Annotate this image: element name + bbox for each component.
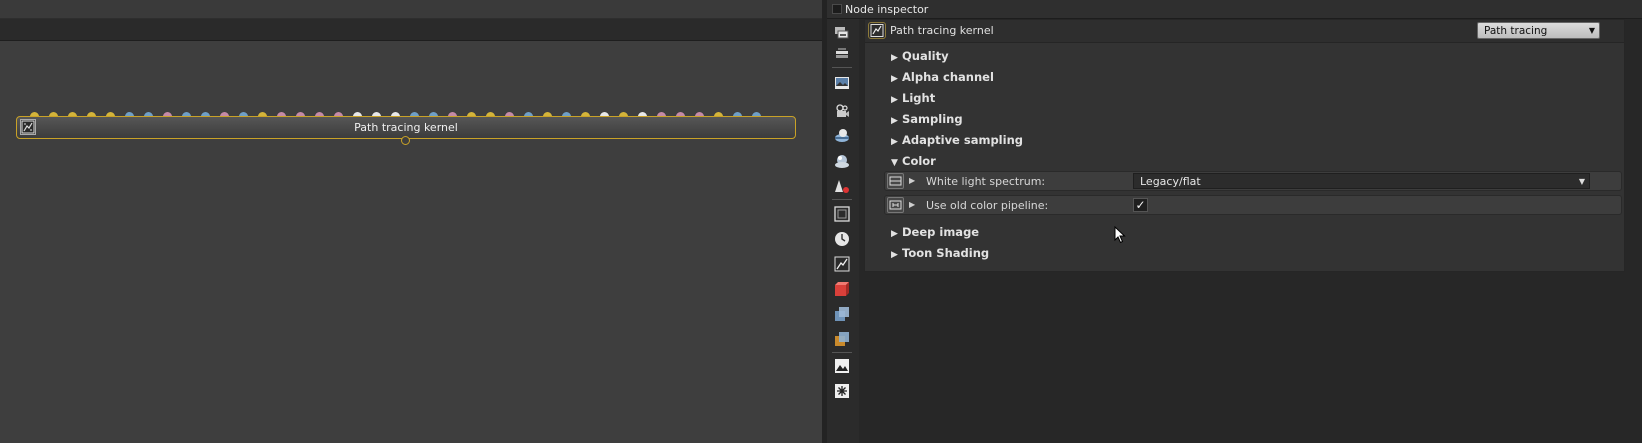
- graph-header-bar: [0, 0, 822, 19]
- red-cube-icon[interactable]: [833, 280, 851, 298]
- inspector-toolbar: [827, 19, 859, 443]
- image-icon[interactable]: [833, 74, 851, 92]
- node-output-pin[interactable]: [401, 136, 410, 145]
- inspector-title-bar: Node inspector: [827, 0, 1642, 19]
- category-label: Light: [902, 91, 936, 105]
- node-inspector-panel: Node inspector Path tracing kernel Path …: [827, 0, 1642, 443]
- mouse-cursor-icon: [1114, 225, 1126, 247]
- kernel-type-value: Path tracing: [1484, 25, 1548, 37]
- category-adaptive-sampling[interactable]: ▶ Adaptive sampling: [891, 133, 1023, 151]
- category-label: Deep image: [902, 225, 980, 239]
- blue-cube-icon[interactable]: [833, 305, 851, 323]
- expand-arrow-icon: ▶: [891, 250, 898, 260]
- category-color[interactable]: ▼ Color: [891, 154, 936, 172]
- category-light[interactable]: ▶ Light: [891, 91, 935, 109]
- enum-pin-icon[interactable]: [887, 173, 904, 189]
- category-toon-shading[interactable]: ▶ Toon Shading: [891, 246, 989, 264]
- category-label: Alpha channel: [902, 70, 994, 84]
- white-light-spectrum-row: ▶ White light spectrum: Legacy/flat ▼: [884, 171, 1622, 191]
- material-icon[interactable]: [833, 152, 851, 170]
- imager-icon[interactable]: [833, 357, 851, 375]
- use-old-color-pipeline-checkbox[interactable]: ✓: [1133, 198, 1148, 212]
- toolbar-separator: [832, 352, 852, 353]
- attr-label: Use old color pipeline:: [926, 199, 1049, 212]
- geometry-icon[interactable]: [833, 177, 851, 195]
- collapse-arrow-icon: ▼: [891, 158, 898, 168]
- category-alpha-channel[interactable]: ▶ Alpha channel: [891, 70, 994, 88]
- category-label: Adaptive sampling: [902, 133, 1023, 147]
- inspector-title: Node inspector: [845, 3, 929, 16]
- category-sampling[interactable]: ▶ Sampling: [891, 112, 963, 130]
- render-target-icon[interactable]: [833, 25, 851, 43]
- use-old-color-pipeline-row: ▶ Use old color pipeline: ✓: [884, 195, 1622, 215]
- dropdown-value: Legacy/flat: [1140, 175, 1201, 188]
- kernel-label: Path tracing kernel: [890, 24, 994, 37]
- expand-arrow-icon: ▶: [891, 137, 898, 147]
- light-icon[interactable]: [833, 382, 851, 400]
- white-light-spectrum-dropdown[interactable]: Legacy/flat ▼: [1133, 173, 1590, 189]
- environment-icon[interactable]: [833, 127, 851, 145]
- chevron-down-icon: ▼: [1588, 26, 1595, 35]
- kernel-header: Path tracing kernel Path tracing ▼: [865, 20, 1624, 43]
- clock-icon[interactable]: [833, 230, 851, 248]
- toolbar-separator: [832, 199, 852, 200]
- category-label: Sampling: [902, 112, 963, 126]
- category-label: Color: [902, 154, 936, 168]
- inspector-pin-checkbox[interactable]: [832, 4, 842, 14]
- camera-icon[interactable]: [833, 102, 851, 120]
- bool-pin-icon[interactable]: [887, 197, 904, 213]
- kernel-icon[interactable]: [833, 255, 851, 273]
- category-label: Quality: [902, 49, 949, 63]
- kernel-type-icon[interactable]: [868, 22, 886, 39]
- expand-arrow-icon: ▶: [891, 229, 898, 239]
- kernel-settings-panel: Path tracing kernel Path tracing ▼ ▶ Qual…: [864, 19, 1625, 272]
- graph-tab-bar: [0, 19, 822, 41]
- layers-icon[interactable]: [833, 45, 851, 63]
- category-deep-image[interactable]: ▶ Deep image: [891, 225, 979, 243]
- expand-arrow-icon: ▶: [891, 116, 898, 126]
- chevron-down-icon: ▼: [1578, 177, 1585, 186]
- orange-cube-icon[interactable]: [833, 330, 851, 348]
- expand-arrow-icon: ▶: [891, 74, 898, 84]
- kernel-type-dropdown[interactable]: Path tracing ▼: [1477, 22, 1600, 39]
- expand-arrow-icon[interactable]: ▶: [909, 176, 915, 185]
- category-quality[interactable]: ▶ Quality: [891, 49, 949, 67]
- category-label: Toon Shading: [902, 246, 990, 260]
- node-graph-editor[interactable]: Path tracing kernel: [0, 0, 822, 443]
- attr-label: White light spectrum:: [926, 175, 1046, 188]
- expand-arrow-icon: ▶: [891, 53, 898, 63]
- node-label: Path tracing kernel: [354, 121, 458, 134]
- expand-arrow-icon: ▶: [891, 95, 898, 105]
- toolbar-separator: [832, 67, 852, 68]
- expand-arrow-icon[interactable]: ▶: [909, 200, 915, 209]
- film-icon[interactable]: [833, 205, 851, 223]
